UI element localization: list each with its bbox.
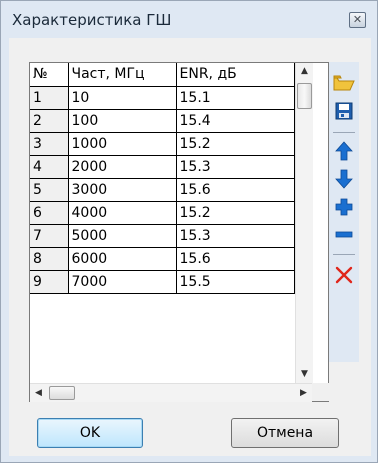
row-number-cell: 3	[30, 132, 69, 156]
horizontal-scrollbar[interactable]: ◀ ▶	[30, 383, 312, 402]
table-row[interactable]: 4 2000 15.3	[30, 155, 295, 179]
arrow-down-icon	[335, 169, 353, 189]
enr-cell[interactable]: 15.5	[176, 270, 295, 294]
table-row[interactable]: 7 5000 15.3	[30, 224, 295, 248]
row-number-cell: 1	[30, 86, 69, 110]
arrow-up-icon	[335, 141, 353, 161]
title-bar: Характеристика ГШ ✕	[2, 2, 376, 38]
close-icon: ✕	[352, 13, 363, 26]
minus-icon	[335, 231, 353, 238]
enr-cell[interactable]: 15.6	[176, 247, 295, 271]
enr-cell[interactable]: 15.3	[176, 224, 295, 248]
row-number-cell: 4	[30, 155, 69, 179]
move-down-button[interactable]	[331, 166, 357, 192]
delete-all-button[interactable]	[331, 262, 357, 288]
row-number-cell: 5	[30, 178, 69, 202]
column-header-enr[interactable]: ENR, дБ	[176, 63, 295, 87]
table-row[interactable]: 8 6000 15.6	[30, 247, 295, 271]
enr-cell[interactable]: 15.2	[176, 201, 295, 225]
frequency-cell[interactable]: 2000	[68, 155, 177, 179]
frequency-cell[interactable]: 7000	[68, 270, 177, 294]
table-row[interactable]: 6 4000 15.2	[30, 201, 295, 225]
toolbar-separator	[333, 132, 355, 133]
enr-cell[interactable]: 15.1	[176, 86, 295, 110]
plus-icon	[335, 198, 353, 216]
scroll-up-arrow-icon[interactable]: ▲	[296, 63, 313, 80]
frequency-cell[interactable]: 6000	[68, 247, 177, 271]
noise-generator-dialog: Характеристика ГШ ✕ № Част, МГц ENR, дБ …	[0, 0, 378, 463]
enr-cell[interactable]: 15.3	[176, 155, 295, 179]
add-row-button[interactable]	[331, 194, 357, 220]
scroll-left-arrow-icon[interactable]: ◀	[30, 384, 47, 402]
horizontal-scroll-thumb[interactable]	[49, 386, 75, 400]
dialog-title: Характеристика ГШ	[12, 11, 172, 29]
enr-cell[interactable]: 15.2	[176, 132, 295, 156]
enr-table[interactable]: № Част, МГц ENR, дБ 1 10 15.1 2 100 15.4…	[29, 62, 329, 402]
frequency-cell[interactable]: 100	[68, 109, 177, 133]
remove-row-button[interactable]	[331, 222, 357, 248]
row-number-cell: 7	[30, 224, 69, 248]
save-file-button[interactable]	[331, 98, 357, 124]
row-number-cell: 2	[30, 109, 69, 133]
table-row[interactable]: 1 10 15.1	[30, 86, 295, 110]
column-header-frequency[interactable]: Част, МГц	[68, 63, 177, 87]
vertical-scroll-thumb[interactable]	[297, 83, 312, 109]
side-toolbar	[329, 62, 359, 362]
red-x-icon	[335, 266, 353, 284]
table-header-row: № Част, МГц ENR, дБ	[30, 63, 295, 87]
frequency-cell[interactable]: 5000	[68, 224, 177, 248]
folder-open-icon	[333, 75, 355, 91]
row-number-cell: 8	[30, 247, 69, 271]
row-number-cell: 6	[30, 201, 69, 225]
frequency-cell[interactable]: 3000	[68, 178, 177, 202]
scroll-right-arrow-icon[interactable]: ▶	[295, 384, 312, 402]
table-row[interactable]: 2 100 15.4	[30, 109, 295, 133]
frequency-cell[interactable]: 4000	[68, 201, 177, 225]
column-header-number[interactable]: №	[30, 63, 69, 87]
table-row[interactable]: 5 3000 15.6	[30, 178, 295, 202]
scroll-down-arrow-icon[interactable]: ▼	[296, 366, 313, 383]
toolbar-separator	[333, 254, 355, 255]
enr-cell[interactable]: 15.6	[176, 178, 295, 202]
enr-grid: № Част, МГц ENR, дБ 1 10 15.1 2 100 15.4…	[30, 63, 295, 294]
move-up-button[interactable]	[331, 138, 357, 164]
open-file-button[interactable]	[331, 70, 357, 96]
row-number-cell: 9	[30, 270, 69, 294]
table-row[interactable]: 3 1000 15.2	[30, 132, 295, 156]
frequency-cell[interactable]: 1000	[68, 132, 177, 156]
vertical-scrollbar[interactable]: ▲ ▼	[295, 63, 313, 383]
table-row[interactable]: 9 7000 15.5	[30, 270, 295, 294]
close-button[interactable]: ✕	[349, 12, 366, 28]
floppy-save-icon	[335, 102, 353, 120]
scroll-corner	[312, 383, 329, 401]
ok-button[interactable]: OK	[37, 418, 143, 448]
dialog-body: № Част, МГц ENR, дБ 1 10 15.1 2 100 15.4…	[9, 38, 371, 456]
frequency-cell[interactable]: 10	[68, 86, 177, 110]
cancel-button[interactable]: Отмена	[231, 418, 339, 448]
enr-cell[interactable]: 15.4	[176, 109, 295, 133]
